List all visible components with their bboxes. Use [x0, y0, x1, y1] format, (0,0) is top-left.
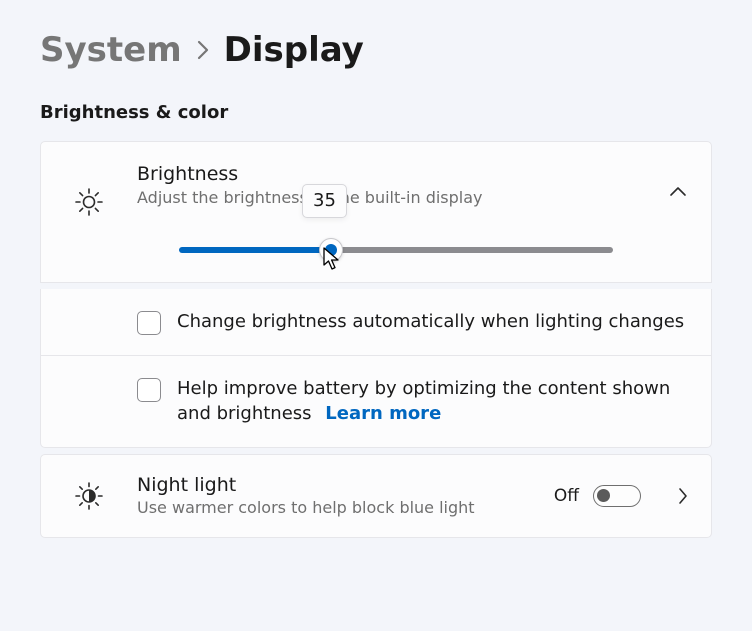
slider-thumb[interactable]	[319, 238, 343, 262]
auto-brightness-checkbox[interactable]	[137, 311, 161, 335]
night-light-card[interactable]: Night light Use warmer colors to help bl…	[40, 454, 712, 538]
night-light-title: Night light	[137, 473, 536, 498]
sun-icon	[73, 186, 105, 218]
auto-brightness-label: Change brightness automatically when lig…	[177, 309, 684, 334]
battery-optimize-checkbox[interactable]	[137, 378, 161, 402]
breadcrumb: System Display	[40, 30, 712, 70]
learn-more-link[interactable]: Learn more	[325, 403, 441, 424]
chevron-right-icon	[196, 40, 210, 60]
night-light-toggle-state: Off	[554, 486, 579, 506]
collapse-chevron-icon[interactable]	[669, 162, 687, 198]
breadcrumb-parent[interactable]: System	[40, 30, 182, 70]
brightness-battery-row: Help improve battery by optimizing the c…	[40, 356, 712, 447]
brightness-value-tooltip: 35	[302, 184, 347, 218]
breadcrumb-current: Display	[224, 30, 364, 70]
night-light-toggle[interactable]	[593, 485, 641, 507]
night-light-subtitle: Use warmer colors to help block blue lig…	[137, 497, 536, 519]
brightness-card[interactable]: Brightness Adjust the brightness of the …	[40, 141, 712, 283]
section-title: Brightness & color	[40, 102, 712, 123]
battery-optimize-label: Help improve battery by optimizing the c…	[177, 376, 687, 426]
night-light-icon	[73, 480, 105, 512]
brightness-slider[interactable]	[179, 246, 613, 254]
brightness-auto-row: Change brightness automatically when lig…	[40, 289, 712, 356]
night-light-arrow-icon[interactable]	[677, 487, 689, 505]
brightness-title: Brightness	[137, 162, 651, 187]
brightness-subtitle: Adjust the brightness of the built-in di…	[137, 187, 651, 209]
